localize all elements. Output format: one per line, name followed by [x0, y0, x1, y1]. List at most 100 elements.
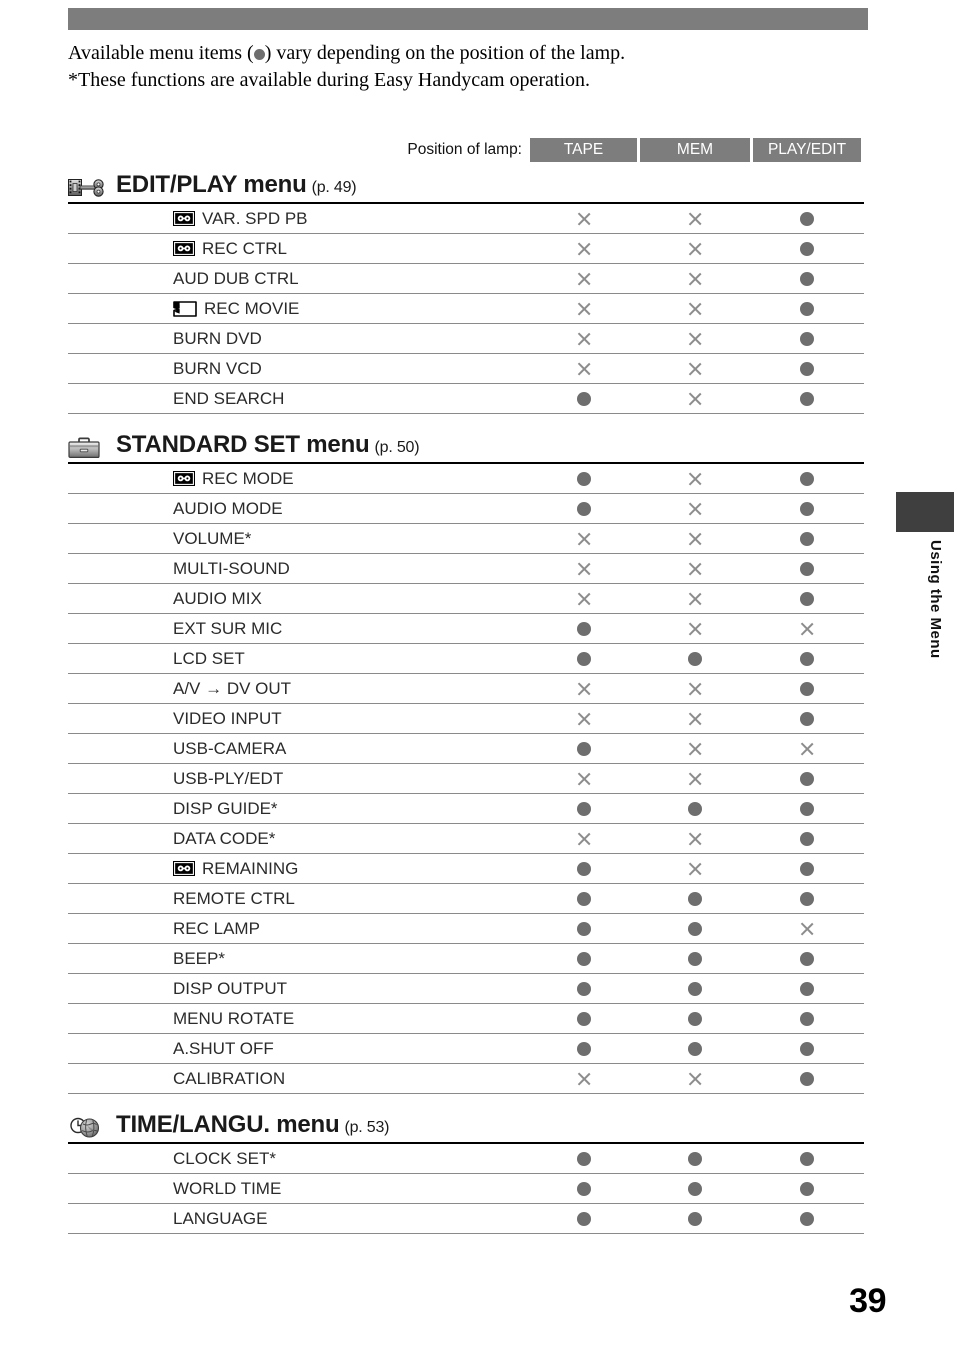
unavailable-cross-icon	[687, 501, 703, 517]
column-header-play-edit: PLAY/EDIT	[753, 138, 861, 162]
availability-cell	[640, 1152, 750, 1166]
menu-item-label: AUD DUB CTRL	[173, 269, 299, 289]
availability-cell	[640, 652, 750, 666]
available-dot-icon	[800, 1042, 814, 1056]
availability-cell	[753, 682, 861, 696]
availability-cell	[640, 301, 750, 317]
unavailable-cross-icon	[687, 681, 703, 697]
available-dot-icon	[800, 982, 814, 996]
section-header: STANDARD SET menu(p. 50)	[68, 430, 864, 464]
unavailable-cross-icon	[687, 591, 703, 607]
availability-cell	[640, 501, 750, 517]
menu-item-label-cell: DISP OUTPUT	[68, 979, 530, 999]
unavailable-cross-icon	[687, 561, 703, 577]
menu-item-label: DATA CODE*	[173, 829, 275, 849]
available-dot-icon	[800, 1012, 814, 1026]
availability-cell	[753, 502, 861, 516]
unavailable-cross-icon	[576, 591, 592, 607]
unavailable-cross-icon	[687, 361, 703, 377]
menu-item-label: VOLUME*	[173, 529, 251, 549]
menu-item-label: EXT SUR MIC	[173, 619, 282, 639]
menu-item-label: DISP GUIDE*	[173, 799, 278, 819]
available-dot-icon	[800, 302, 814, 316]
section-title-text: STANDARD SET menu	[116, 431, 370, 458]
unavailable-cross-icon	[576, 831, 592, 847]
available-dot-icon	[800, 772, 814, 786]
menu-item-label: END SEARCH	[173, 389, 284, 409]
unavailable-cross-icon	[687, 861, 703, 877]
menu-item-label: LANGUAGE	[173, 1209, 267, 1229]
menu-item-label: BURN DVD	[173, 329, 262, 349]
availability-cell	[530, 1071, 637, 1087]
table-row: A/V → DV OUT	[68, 674, 864, 704]
availability-cell	[640, 561, 750, 577]
availability-cell	[753, 532, 861, 546]
available-dot-icon	[688, 1012, 702, 1026]
table-row: REC LAMP	[68, 914, 864, 944]
menu-item-label-cell: USB-CAMERA	[68, 739, 530, 759]
unavailable-cross-icon	[576, 681, 592, 697]
available-dot-icon	[577, 802, 591, 816]
available-dot-icon	[577, 622, 591, 636]
availability-cell	[640, 391, 750, 407]
availability-cell	[640, 1182, 750, 1196]
memory-stick-icon	[173, 301, 197, 317]
unavailable-cross-icon	[576, 711, 592, 727]
menu-item-label-cell: END SEARCH	[68, 389, 530, 409]
table-row: EXT SUR MIC	[68, 614, 864, 644]
clock-globe-icon	[68, 1117, 104, 1139]
menu-item-label: VAR. SPD PB	[202, 209, 308, 229]
table-row: BURN VCD	[68, 354, 864, 384]
table-row: VAR. SPD PB	[68, 204, 864, 234]
available-dot-icon	[577, 862, 591, 876]
menu-item-label: USB-PLY/EDT	[173, 769, 283, 789]
availability-cell	[640, 1042, 750, 1056]
unavailable-cross-icon	[687, 241, 703, 257]
available-dot-icon	[577, 472, 591, 486]
table-row: REMAINING	[68, 854, 864, 884]
availability-cell	[530, 561, 637, 577]
available-dot-icon	[577, 952, 591, 966]
availability-cell	[753, 921, 861, 937]
section-title: TIME/LANGU. menu(p. 53)	[116, 1112, 389, 1141]
menu-item-label-cell: USB-PLY/EDT	[68, 769, 530, 789]
menu-item-label-cell: DISP GUIDE*	[68, 799, 530, 819]
cassette-tape-icon	[173, 471, 195, 486]
availability-cell	[530, 622, 637, 636]
availability-cell	[640, 241, 750, 257]
availability-cell	[640, 831, 750, 847]
availability-cell	[753, 772, 861, 786]
availability-cell	[530, 711, 637, 727]
availability-cell	[753, 1182, 861, 1196]
unavailable-cross-icon	[687, 621, 703, 637]
intro-line-1-after: ) vary depending on the position of the …	[265, 42, 625, 64]
cassette-tape-icon	[173, 861, 195, 876]
available-dot-icon	[800, 682, 814, 696]
available-dot-icon	[577, 1182, 591, 1196]
unavailable-cross-icon	[576, 1071, 592, 1087]
availability-cell	[530, 472, 637, 486]
available-dot-icon	[688, 1182, 702, 1196]
unavailable-cross-icon	[687, 831, 703, 847]
available-dot-icon	[577, 1152, 591, 1166]
available-dot-icon	[800, 532, 814, 546]
availability-cell	[530, 271, 637, 287]
available-dot-icon	[688, 652, 702, 666]
available-dot-icon	[800, 1072, 814, 1086]
menu-item-label-cell: REMOTE CTRL	[68, 889, 530, 909]
table-row: USB-CAMERA	[68, 734, 864, 764]
available-dot-icon	[577, 1042, 591, 1056]
availability-cell	[753, 862, 861, 876]
menu-section: STANDARD SET menu(p. 50)REC MODEAUDIO MO…	[68, 430, 864, 1094]
lamp-position-header: Position of lamp: TAPE MEM PLAY/EDIT	[68, 138, 864, 162]
unavailable-cross-icon	[687, 1071, 703, 1087]
section-page-reference: (p. 53)	[344, 1119, 389, 1136]
available-dot-icon	[688, 982, 702, 996]
intro-line-1-before: Available menu items (	[68, 42, 254, 64]
available-dot-icon	[577, 652, 591, 666]
unavailable-cross-icon	[576, 561, 592, 577]
availability-cell	[753, 952, 861, 966]
menu-item-label-cell: A/V → DV OUT	[68, 679, 530, 699]
table-row: DATA CODE*	[68, 824, 864, 854]
unavailable-cross-icon	[576, 771, 592, 787]
